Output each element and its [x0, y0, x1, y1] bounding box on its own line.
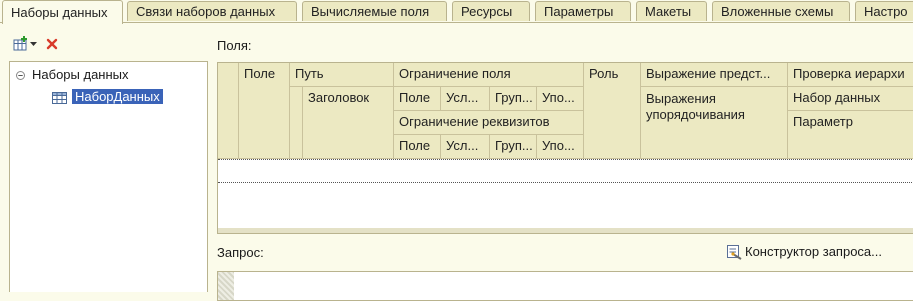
tree-root[interactable]: Наборы данных	[16, 65, 129, 84]
datasets-tree: Наборы данных НаборДанных	[9, 61, 208, 292]
header-path-indent	[290, 87, 303, 159]
query-wizard-icon	[727, 245, 742, 260]
tab-calculated-fields[interactable]: Вычисляемые поля	[302, 1, 447, 21]
tab-nested-schemas[interactable]: Вложенные схемы	[712, 1, 850, 21]
add-dataset-button[interactable]	[12, 34, 30, 54]
header-attr-group[interactable]: Груп...	[490, 135, 537, 159]
header-restr-field[interactable]: Поле	[394, 87, 441, 111]
tab-settings[interactable]: Настро	[855, 1, 913, 21]
fields-table[interactable]: Поле Путь Заголовок Ограничение поля Пол…	[217, 62, 913, 234]
query-constructor-button[interactable]: Конструктор запроса...	[727, 242, 882, 262]
query-label: Запрос:	[217, 245, 264, 260]
row-selector-header	[218, 63, 239, 159]
header-restr-cond[interactable]: Усл...	[441, 87, 490, 111]
tab-bar: Наборы данных Связи наборов данных Вычис…	[0, 0, 913, 24]
header-title[interactable]: Заголовок	[303, 87, 394, 159]
header-attr-order[interactable]: Упо...	[537, 135, 584, 159]
collapse-icon[interactable]	[16, 71, 25, 81]
header-attr-restriction[interactable]: Ограничение реквизитов	[394, 111, 584, 135]
header-hier-check[interactable]: Проверка иерархи	[788, 63, 913, 87]
tree-item-label: НаборДанных	[72, 89, 163, 104]
header-restr-group[interactable]: Груп...	[490, 87, 537, 111]
fields-label: Поля:	[217, 38, 252, 53]
delete-dataset-button[interactable]	[44, 34, 62, 54]
tree-item-dataset[interactable]: НаборДанных	[52, 87, 163, 106]
header-restr-order[interactable]: Упо...	[537, 87, 584, 111]
horizontal-scrollbar[interactable]	[218, 228, 913, 233]
tab-datasets[interactable]: Наборы данных	[2, 0, 123, 24]
table-row[interactable]	[218, 159, 913, 183]
header-order-expr[interactable]: Выражения упорядочивания	[641, 87, 788, 159]
header-hier-dataset[interactable]: Набор данных	[788, 87, 913, 111]
tab-dataset-links[interactable]: Связи наборов данных	[127, 1, 297, 21]
query-text-area[interactable]	[217, 271, 913, 301]
table-icon	[52, 91, 67, 104]
chevron-down-icon	[30, 42, 37, 46]
query-constructor-label: Конструктор запроса...	[745, 244, 882, 259]
header-role[interactable]: Роль	[584, 63, 641, 159]
header-attr-cond[interactable]: Усл...	[441, 135, 490, 159]
add-dataset-dropdown[interactable]	[29, 34, 38, 54]
tab-layouts[interactable]: Макеты	[636, 1, 707, 21]
header-hier-param[interactable]: Параметр	[788, 111, 913, 159]
tab-divider	[0, 22, 913, 23]
add-dataset-icon	[13, 36, 27, 51]
header-path[interactable]: Путь	[290, 63, 394, 87]
tree-root-label: Наборы данных	[32, 67, 129, 82]
tab-resources[interactable]: Ресурсы	[452, 1, 530, 21]
tab-parameters[interactable]: Параметры	[535, 1, 631, 21]
header-attr-field[interactable]: Поле	[394, 135, 441, 159]
query-gutter	[218, 272, 234, 300]
header-repr-expr[interactable]: Выражение предст...	[641, 63, 788, 87]
header-field-restriction[interactable]: Ограничение поля	[394, 63, 584, 87]
header-field[interactable]: Поле	[239, 63, 290, 159]
delete-icon	[46, 38, 58, 50]
